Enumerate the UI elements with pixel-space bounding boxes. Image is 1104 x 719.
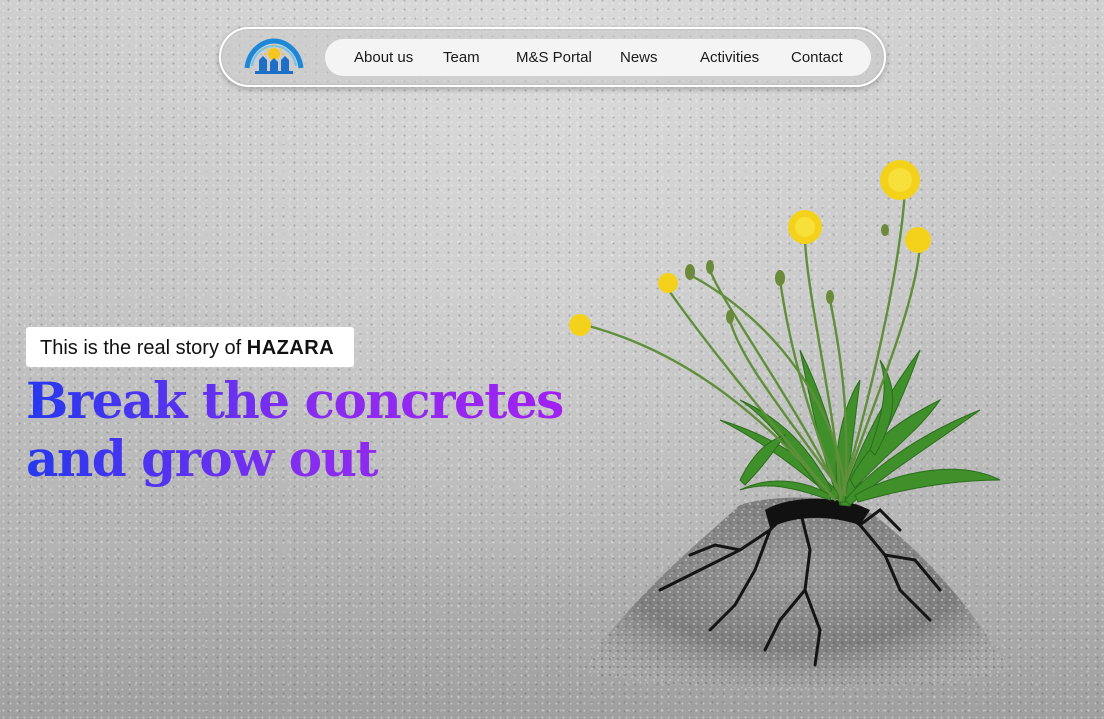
nav-item-ms-portal[interactable]: M&S Portal <box>516 39 592 76</box>
nav-item-contact[interactable]: Contact <box>791 39 843 76</box>
organization-logo-icon[interactable] <box>243 38 305 76</box>
dandelion-asphalt-image <box>569 160 1010 689</box>
headline-line-2: and grow out <box>26 429 378 488</box>
headline-line-1: Break the concretes <box>26 371 563 430</box>
main-navigation: About us Team M&S Portal News Activities… <box>219 27 886 87</box>
nav-item-about-us[interactable]: About us <box>354 39 413 76</box>
story-tagline: This is the real story of HAZARA <box>26 327 355 367</box>
nav-item-team[interactable]: Team <box>443 39 480 76</box>
nav-item-activities[interactable]: Activities <box>700 39 759 76</box>
hero-headline: Break the concretes and grow out <box>26 372 563 488</box>
nav-item-news[interactable]: News <box>620 39 658 76</box>
story-tag-highlight: HAZARA <box>246 337 335 359</box>
story-tag-prefix: This is the real story of <box>40 337 247 359</box>
nav-menu: About us Team M&S Portal News Activities… <box>325 39 871 76</box>
